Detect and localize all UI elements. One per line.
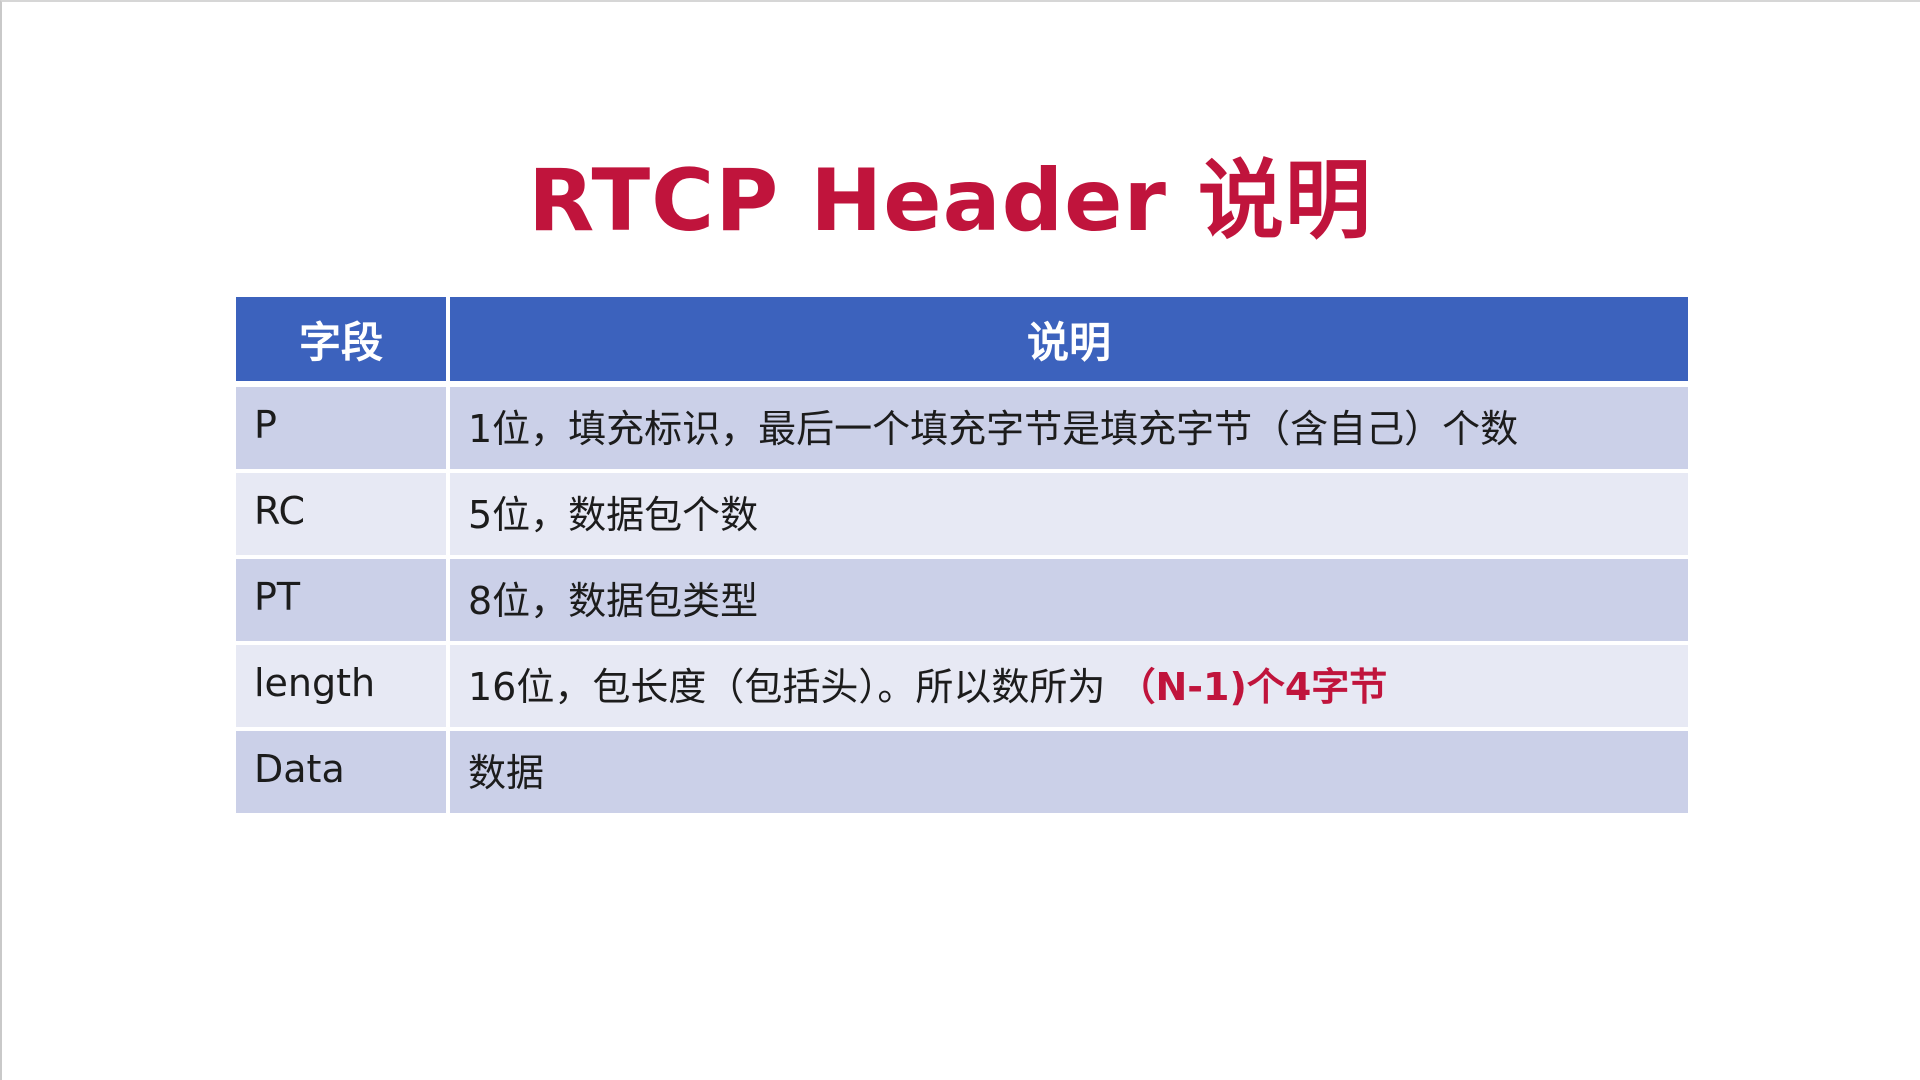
field-table: 字段 说明 P 1位，填充标识，最后一个填充字节是填充字节（含自己）个数 RC … [236, 297, 1688, 817]
table-row: PT 8位，数据包类型 [236, 557, 1688, 645]
table-header-row: 字段 说明 [236, 297, 1688, 387]
field-name-cell: PT [236, 557, 450, 645]
field-name-cell: Data [236, 729, 450, 817]
table-row: length 16位，包长度（包括头）。所以数所为 （N-1)个4字节 [236, 643, 1688, 731]
field-description-cell: 数据 [448, 729, 1688, 817]
description-text: 数据 [468, 750, 545, 795]
field-name-cell: RC [236, 471, 450, 559]
description-text: 8位，数据包类型 [468, 578, 759, 623]
description-text: 5位，数据包个数 [468, 492, 759, 537]
field-description-cell: 8位，数据包类型 [448, 557, 1688, 645]
field-name-cell: P [236, 384, 450, 473]
field-description-cell: 16位，包长度（包括头）。所以数所为 （N-1)个4字节 [448, 643, 1688, 731]
description-text: 1位，填充标识，最后一个填充字节是填充字节（含自己）个数 [468, 406, 1519, 451]
description-text: 16位，包长度（包括头）。所以数所为 [468, 664, 1118, 709]
field-description-cell: 5位，数据包个数 [448, 471, 1688, 559]
column-header-description: 说明 [448, 297, 1688, 387]
column-header-field: 字段 [236, 297, 450, 387]
slide: RTCP Header 说明 字段 说明 P 1位，填充标识，最后一个填充字节是… [0, 0, 1920, 1080]
field-description-cell: 1位，填充标识，最后一个填充字节是填充字节（含自己）个数 [448, 384, 1688, 473]
table-row: RC 5位，数据包个数 [236, 471, 1688, 559]
table-row: Data 数据 [236, 729, 1688, 817]
table-row: P 1位，填充标识，最后一个填充字节是填充字节（含自己）个数 [236, 384, 1688, 473]
description-highlight: （N-1)个4字节 [1117, 664, 1388, 709]
field-name-cell: length [236, 643, 450, 731]
slide-title: RTCP Header 说明 [528, 151, 1372, 251]
